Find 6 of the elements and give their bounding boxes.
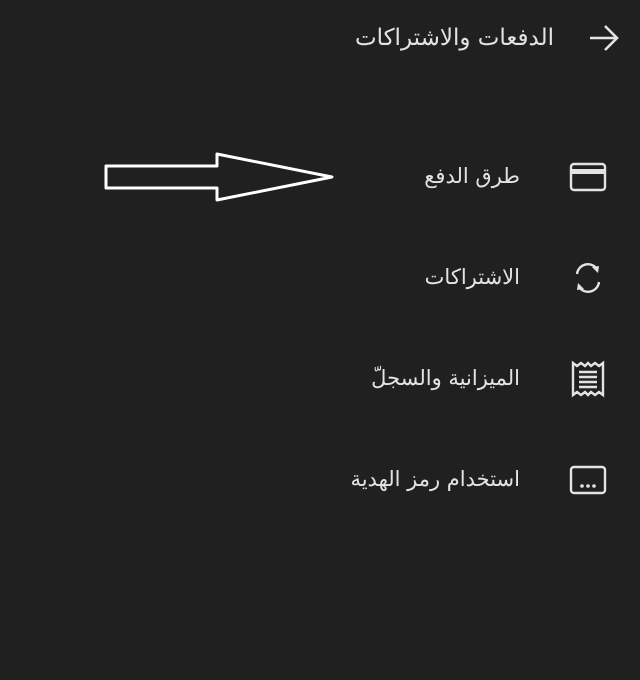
- menu-item[interactable]: طرق الدفع: [0, 126, 640, 227]
- menu-item[interactable]: الاشتراكات: [0, 227, 640, 328]
- menu-item[interactable]: استخدام رمز الهدية: [0, 429, 640, 530]
- menu-item[interactable]: الميزانية والسجلّ: [0, 328, 640, 429]
- page-title: الدفعات والاشتراكات: [354, 24, 554, 53]
- back-arrow-icon[interactable]: [588, 24, 620, 52]
